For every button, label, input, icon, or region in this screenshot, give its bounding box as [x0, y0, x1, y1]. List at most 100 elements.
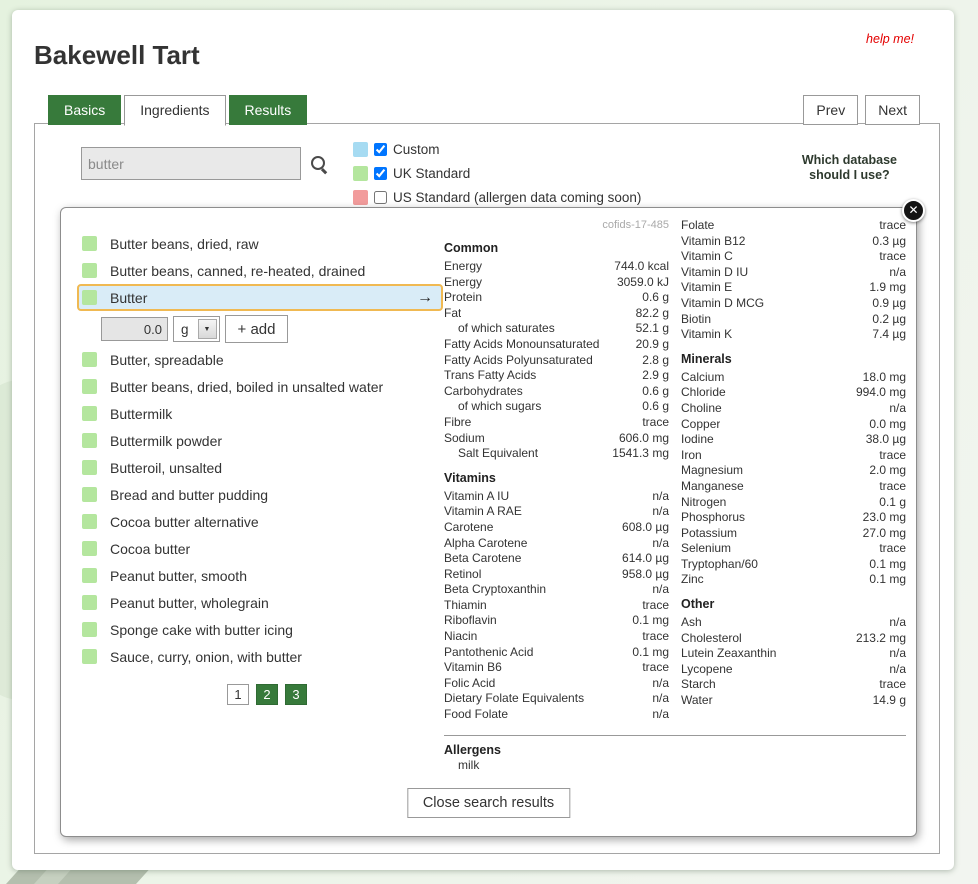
quantity-input[interactable]	[101, 317, 168, 341]
nutrient-name: Dietary Folate Equivalents	[444, 691, 585, 706]
search-result-item[interactable]: Butter beans, dried, raw	[77, 230, 443, 257]
allergens-list: milk	[444, 757, 906, 774]
nutrient-value: 606.0 mg	[618, 430, 669, 445]
nutrient-value: 3059.0 kJ	[616, 274, 669, 289]
nutrient-value: 0.3 µg	[872, 233, 906, 248]
nutrition-row: Ash n/a	[681, 615, 906, 631]
page-button-2[interactable]: 2	[256, 684, 278, 705]
nutrient-value: 0.1 mg	[632, 644, 669, 659]
search-result-item[interactable]: Cocoa butter alternative	[77, 508, 443, 535]
close-search-results-button[interactable]: Close search results	[406, 788, 571, 818]
search-result-item[interactable]: Butteroil, unsalted	[77, 454, 443, 481]
database-checkbox[interactable]	[374, 142, 387, 156]
database-color-swatch	[82, 541, 97, 556]
database-checkbox[interactable]	[374, 190, 387, 204]
nutrition-row: Retinol 958.0 µg	[444, 567, 669, 583]
nutrient-name: of which saturates	[458, 321, 555, 336]
nutrition-row: Beta Carotene 614.0 µg	[444, 551, 669, 567]
nutrient-value: 27.0 mg	[862, 525, 906, 540]
result-label: Buttermilk	[110, 405, 173, 422]
add-button[interactable]: + add	[224, 315, 289, 343]
help-link[interactable]: help me!	[866, 32, 914, 46]
nutrition-row: Trans Fatty Acids 2.9 g	[444, 368, 669, 384]
search-result-item[interactable]: Butter, spreadable	[77, 346, 443, 373]
nutrient-name: Alpha Carotene	[444, 535, 528, 550]
search-result-item[interactable]: Butter beans, canned, re-heated, drained	[77, 257, 443, 284]
database-color-swatch	[82, 514, 97, 529]
nutrition-row: Protein 0.6 g	[444, 290, 669, 306]
next-button[interactable]: Next	[865, 95, 920, 125]
nutrient-name: Riboflavin	[444, 613, 497, 628]
nutrient-value: 213.2 mg	[855, 630, 906, 645]
nutrient-name: Folate	[681, 218, 715, 232]
tab-ingredients[interactable]: Ingredients	[124, 95, 226, 126]
nutrient-name: Vitamin B6	[444, 660, 502, 675]
nutrition-row: Vitamin B6 trace	[444, 660, 669, 676]
nutrient-name: Vitamin D IU	[681, 264, 749, 279]
nutrient-name: Zinc	[681, 572, 704, 587]
unit-select[interactable]: g ▼	[173, 316, 220, 342]
search-result-item[interactable]: Buttermilk	[77, 400, 443, 427]
prev-button[interactable]: Prev	[803, 95, 859, 125]
database-checkbox[interactable]	[374, 166, 387, 180]
tab-bar: Basics Ingredients Results	[48, 95, 308, 126]
nutrient-value: trace	[879, 478, 906, 493]
result-label: Butter beans, dried, raw	[110, 235, 259, 252]
result-label: Cocoa butter	[110, 540, 191, 557]
nutrient-value: n/a	[652, 707, 669, 722]
nutrition-row: Lutein Zeaxanthin n/a	[681, 646, 906, 662]
nutrient-name: Vitamin E	[681, 280, 733, 295]
result-label: Butteroil, unsalted	[110, 459, 223, 476]
nutrient-value: 0.1 mg	[869, 556, 906, 571]
nutrient-name: Calcium	[681, 369, 725, 384]
nutrient-value: n/a	[652, 582, 669, 597]
result-label: Sponge cake with butter icing	[110, 621, 293, 638]
nutrition-row: Beta Cryptoxanthin n/a	[444, 582, 669, 598]
search-result-item[interactable]: Sponge cake with butter icing	[77, 616, 443, 643]
nutrition-row: Iodine 38.0 µg	[681, 432, 906, 448]
search-result-item[interactable]: Cocoa butter	[77, 535, 443, 562]
nutrient-value: trace	[879, 541, 906, 556]
nutrient-name: Pantothenic Acid	[444, 644, 534, 659]
nutrition-row: Sodium 606.0 mg	[444, 431, 669, 447]
nutrient-name: of which sugars	[458, 399, 542, 414]
nutrition-row: Vitamin E 1.9 mg	[681, 280, 906, 296]
search-result-item[interactable]: Butter →	[77, 284, 443, 311]
nutrient-name: Protein	[444, 290, 483, 305]
search-result-item[interactable]: Bread and butter pudding	[77, 481, 443, 508]
nutrition-panel: cofids-17-485 Common Energy 744.0 kcal Energ…	[444, 218, 906, 774]
result-label: Bread and butter pudding	[110, 486, 269, 503]
nutrition-row: Tryptophan/60 0.1 mg	[681, 557, 906, 573]
tab-results[interactable]: Results	[228, 95, 308, 125]
nutrition-section-heading: Vitamins	[444, 470, 496, 485]
nutrient-value: 744.0 kcal	[614, 259, 669, 273]
tab-basics[interactable]: Basics	[48, 95, 122, 125]
nutrition-row: Vitamin D MCG 0.9 µg	[681, 296, 906, 312]
search-result-item[interactable]: Butter beans, dried, boiled in unsalted …	[77, 373, 443, 400]
allergens-heading: Allergens	[444, 742, 501, 757]
nutrient-value: trace	[642, 414, 669, 429]
search-icon[interactable]	[311, 156, 325, 170]
search-result-item[interactable]: Buttermilk powder	[77, 427, 443, 454]
nutrition-column-1: cofids-17-485 Common Energy 744.0 kcal Energ…	[444, 218, 669, 723]
nutrition-row: Biotin 0.2 µg	[681, 312, 906, 328]
nutrient-value: n/a	[889, 264, 906, 279]
nutrient-name: Manganese	[681, 478, 744, 493]
database-help-link[interactable]: Which database should I use?	[802, 153, 897, 183]
nutrition-section-heading: Common	[444, 241, 499, 255]
search-result-item[interactable]: Peanut butter, wholegrain	[77, 589, 443, 616]
nutrient-name: Starch	[681, 677, 716, 692]
nutrient-value: trace	[642, 660, 669, 675]
ingredient-search-input[interactable]	[81, 147, 301, 180]
result-label: Butter, spreadable	[110, 351, 224, 368]
search-result-item[interactable]: Peanut butter, smooth	[77, 562, 443, 589]
nutrient-value: trace	[642, 597, 669, 612]
page-button-1[interactable]: 1	[227, 684, 249, 705]
page-button-3[interactable]: 3	[285, 684, 307, 705]
nutrition-row: Zinc 0.1 mg	[681, 572, 906, 588]
database-filter-row: Custom	[353, 137, 641, 161]
nutrient-name: Trans Fatty Acids	[444, 368, 537, 383]
nutrition-row: Lycopene n/a	[681, 662, 906, 678]
search-result-item[interactable]: Sauce, curry, onion, with butter	[77, 643, 443, 670]
result-label: Butter beans, dried, boiled in unsalted …	[110, 378, 384, 395]
